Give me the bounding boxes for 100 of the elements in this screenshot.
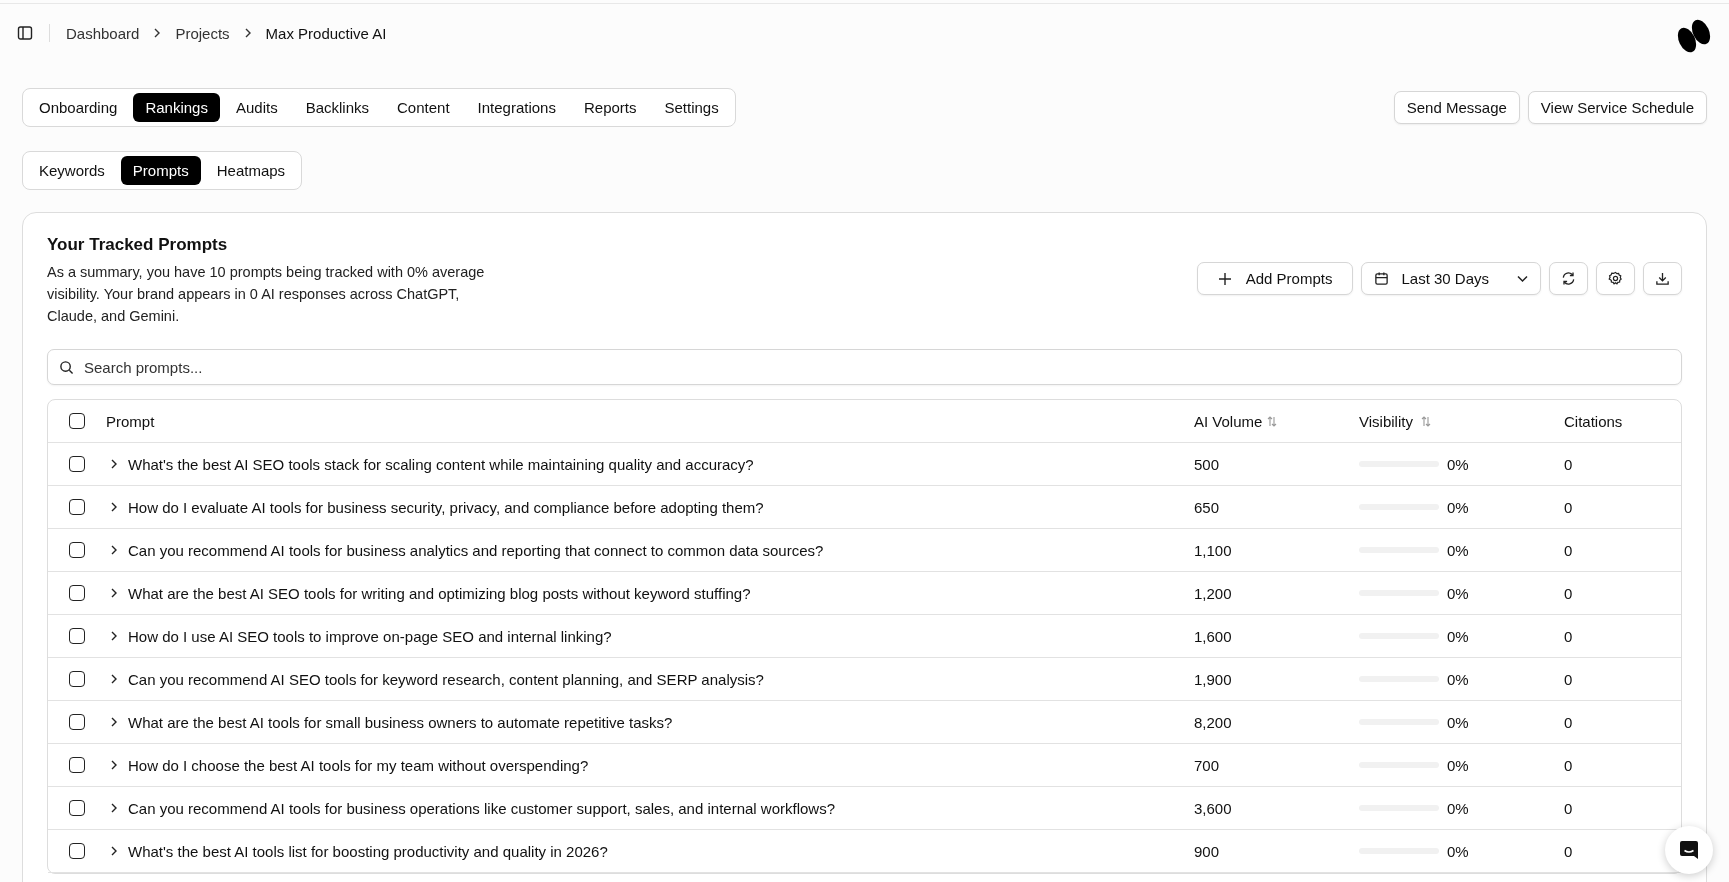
- volume-value: 650: [1194, 498, 1220, 516]
- expand-chevron-icon[interactable]: [110, 588, 118, 598]
- prompt-text: How do I use AI SEO tools to improve on-page SEO and internal linking?: [128, 627, 612, 645]
- chevron-right-icon: [243, 28, 252, 38]
- expand-chevron-icon[interactable]: [110, 631, 118, 641]
- sort-icon[interactable]: [1420, 415, 1431, 427]
- prompt-text: What are the best AI SEO tools for writing and optimizing blog posts without keyword stuffing?: [128, 584, 751, 602]
- nav-tab[interactable]: Rankings: [133, 93, 220, 122]
- visibility-value: 0%: [1447, 455, 1469, 473]
- nav-tab[interactable]: Integrations: [465, 93, 568, 122]
- citations-value: 0: [1564, 756, 1573, 774]
- column-header[interactable]: Visibility: [1359, 412, 1413, 430]
- chat-icon: [1678, 839, 1700, 861]
- nav-tab[interactable]: Audits: [223, 93, 290, 122]
- expand-chevron-icon[interactable]: [110, 459, 118, 469]
- nav-tab[interactable]: Settings: [652, 93, 731, 122]
- sub-tab[interactable]: Prompts: [120, 156, 201, 185]
- sub-tab[interactable]: Keywords: [27, 156, 117, 185]
- visibility-value: 0%: [1447, 627, 1469, 645]
- expand-chevron-icon[interactable]: [110, 502, 118, 512]
- header-button[interactable]: View Service Schedule: [1527, 91, 1707, 124]
- volume-value: 1,100: [1194, 541, 1232, 559]
- visibility-value: 0%: [1447, 498, 1469, 516]
- checkbox[interactable]: [69, 585, 85, 601]
- checkbox[interactable]: [69, 843, 85, 859]
- expand-chevron-icon[interactable]: [110, 674, 118, 684]
- column-header: Prompt: [106, 412, 155, 430]
- card-title: Your Tracked Prompts: [47, 235, 229, 255]
- expand-chevron-icon[interactable]: [110, 803, 118, 813]
- visibility-value: 0%: [1447, 842, 1469, 860]
- citations-value: 0: [1564, 627, 1573, 645]
- checkbox[interactable]: [69, 499, 85, 515]
- refresh-button[interactable]: [1549, 262, 1588, 295]
- prompt-text: What's the best AI SEO tools stack for scaling content while maintaining quality and accuracy?: [128, 455, 754, 473]
- citations-value: 0: [1564, 713, 1573, 731]
- prompt-text: How do I choose the best AI tools for my team without overspending?: [128, 756, 589, 774]
- checkbox[interactable]: [69, 628, 85, 644]
- expand-chevron-icon[interactable]: [110, 760, 118, 770]
- citations-value: 0: [1564, 670, 1573, 688]
- date-range-dropdown[interactable]: Last 30 Days: [1361, 262, 1541, 295]
- checkbox[interactable]: [69, 671, 85, 687]
- expand-chevron-icon[interactable]: [110, 717, 118, 727]
- chevron-right-icon: [153, 28, 162, 38]
- citations-value: 0: [1564, 842, 1573, 860]
- prompt-text: Can you recommend AI tools for business analytics and reporting that connect to common data sources?: [128, 541, 824, 559]
- checkbox[interactable]: [69, 542, 85, 558]
- sidebar-toggle-icon[interactable]: [17, 25, 33, 41]
- plus-icon: [1217, 271, 1232, 286]
- visibility-value: 0%: [1447, 713, 1469, 731]
- search-icon: [59, 360, 74, 375]
- checkbox[interactable]: [69, 757, 85, 773]
- visibility-value: 0%: [1447, 541, 1469, 559]
- volume-value: 8,200: [1194, 713, 1232, 731]
- sub-tab[interactable]: Heatmaps: [204, 156, 298, 185]
- prompt-text: How do I evaluate AI tools for business security, privacy, and compliance before adopting them?: [128, 498, 764, 516]
- expand-chevron-icon[interactable]: [110, 545, 118, 555]
- nav-tab[interactable]: Onboarding: [27, 93, 130, 122]
- column-header: Citations: [1564, 412, 1623, 430]
- checkbox[interactable]: [69, 714, 85, 730]
- search-field[interactable]: Search prompts...: [47, 349, 1682, 385]
- chevron-down-icon: [1517, 274, 1528, 283]
- nav-tab[interactable]: Backlinks: [293, 93, 381, 122]
- citations-value: 0: [1564, 455, 1573, 473]
- expand-chevron-icon[interactable]: [110, 846, 118, 856]
- visibility-value: 0%: [1447, 756, 1469, 774]
- volume-value: 1,600: [1194, 627, 1232, 645]
- volume-value: 500: [1194, 455, 1220, 473]
- nav-tab[interactable]: Reports: [571, 93, 649, 122]
- volume-value: 3,600: [1194, 799, 1232, 817]
- download-icon: [1655, 271, 1670, 286]
- citations-value: 0: [1564, 541, 1573, 559]
- prompt-text: What are the best AI tools for small business owners to automate repetitive tasks?: [128, 713, 673, 731]
- breadcrumb-link[interactable]: Max Productive AI: [265, 24, 387, 42]
- prompt-text: Can you recommend AI tools for business operations like customer support, sales, and internal workflows?: [128, 799, 835, 817]
- column-header[interactable]: AI Volume: [1194, 412, 1263, 430]
- header-button[interactable]: Send Message: [1393, 91, 1520, 124]
- prompt-text: Can you recommend AI SEO tools for keyword research, content planning, and SERP analysis?: [128, 670, 764, 688]
- checkbox[interactable]: [69, 456, 85, 472]
- citations-value: 0: [1564, 584, 1573, 602]
- summary-text: As a summary, you have 10 prompts being tracked with 0% average visibility. Your brand appears in 0 AI responses across ChatGPT, Claude, and Gemini.: [47, 263, 486, 326]
- volume-value: 700: [1194, 756, 1220, 774]
- citations-value: 0: [1564, 498, 1573, 516]
- visibility-value: 0%: [1447, 799, 1469, 817]
- checkbox[interactable]: [69, 800, 85, 816]
- checkbox[interactable]: [69, 413, 85, 429]
- breadcrumb-link[interactable]: Dashboard: [66, 24, 140, 42]
- citations-value: 0: [1564, 799, 1573, 817]
- logo-icon: [1676, 18, 1712, 54]
- breadcrumb-link[interactable]: Projects: [175, 24, 230, 42]
- visibility-value: 0%: [1447, 670, 1469, 688]
- download-button[interactable]: [1643, 262, 1682, 295]
- nav-tab[interactable]: Content: [385, 93, 462, 122]
- prompt-text: What's the best AI tools list for boosting productivity and quality in 2026?: [128, 842, 608, 860]
- volume-value: 1,900: [1194, 670, 1232, 688]
- refresh-icon: [1561, 271, 1576, 286]
- settings-icon: [1608, 271, 1623, 286]
- sort-icon[interactable]: [1267, 415, 1278, 427]
- add-prompts-button[interactable]: Add Prompts: [1196, 262, 1354, 295]
- volume-value: 900: [1194, 842, 1220, 860]
- settings-button[interactable]: [1596, 262, 1635, 295]
